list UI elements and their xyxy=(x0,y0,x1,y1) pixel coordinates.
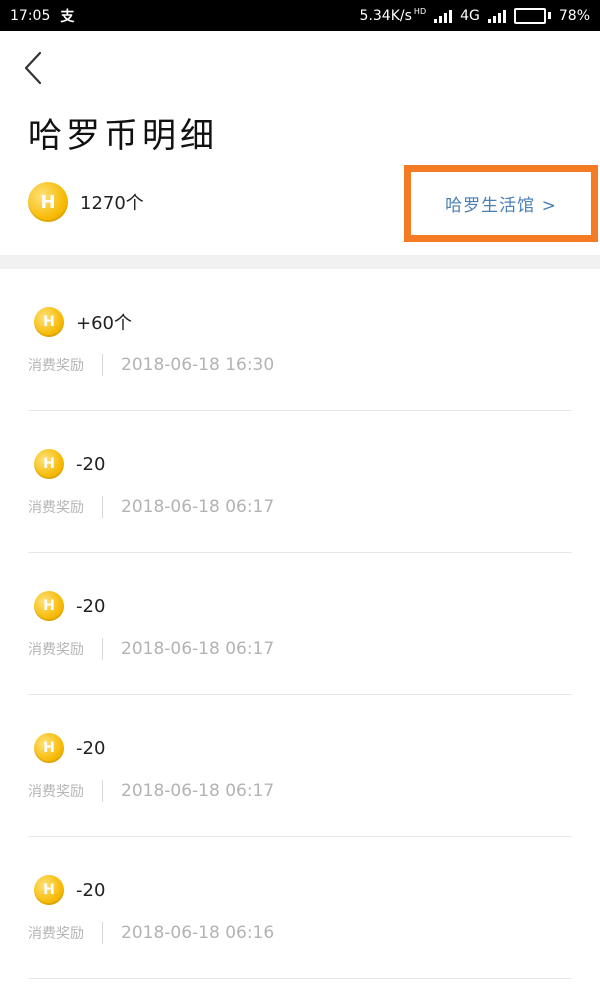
coin-icon: H xyxy=(34,307,64,337)
balance-row: H 1270个 xyxy=(28,182,144,222)
transaction-type: 消费奖励 xyxy=(28,784,84,800)
coin-icon: H xyxy=(34,591,64,621)
hd-label: HD xyxy=(413,7,427,16)
status-bar: 17:05 支 5.34K/s HD 4G 78% xyxy=(0,0,600,31)
signal-icon xyxy=(434,9,453,23)
transaction-type: 消费奖励 xyxy=(28,358,84,374)
transaction-time: 2018-06-18 16:30 xyxy=(121,355,275,375)
meta-separator xyxy=(102,922,103,944)
transaction-item[interactable]: H +60个 消费奖励 2018-06-18 16:30 xyxy=(28,269,572,411)
net-speed: 5.34K/s xyxy=(359,7,412,24)
battery-percent: 78% xyxy=(558,7,590,24)
section-divider xyxy=(0,255,600,269)
status-time: 17:05 xyxy=(10,7,51,24)
balance-value: 1270个 xyxy=(80,193,144,214)
transaction-time: 2018-06-18 06:17 xyxy=(121,781,275,801)
coin-icon: H xyxy=(34,449,64,479)
coin-icon: H xyxy=(34,875,64,905)
back-button[interactable] xyxy=(18,48,48,88)
coin-icon: H xyxy=(34,733,64,763)
transaction-type: 消费奖励 xyxy=(28,926,84,942)
alipay-icon: 支 xyxy=(60,8,75,25)
transaction-type: 消费奖励 xyxy=(28,642,84,658)
transaction-item[interactable]: H -20 消费奖励 2018-06-18 06:17 xyxy=(28,411,572,553)
store-link-button[interactable]: 哈罗生活馆 > xyxy=(404,165,598,242)
meta-separator xyxy=(102,354,103,376)
chevron-left-icon xyxy=(24,51,42,85)
transaction-time: 2018-06-18 06:17 xyxy=(121,639,275,659)
transaction-list: H +60个 消费奖励 2018-06-18 16:30 H -20 消费奖励 … xyxy=(0,269,600,979)
page-title: 哈罗币明细 xyxy=(28,116,218,156)
meta-separator xyxy=(102,496,103,518)
transaction-item[interactable]: H -20 消费奖励 2018-06-18 06:17 xyxy=(28,553,572,695)
transaction-amount: +60个 xyxy=(76,313,132,334)
coin-icon: H xyxy=(28,182,68,222)
transaction-type: 消费奖励 xyxy=(28,500,84,516)
transaction-item[interactable]: H -20 消费奖励 2018-06-18 06:16 xyxy=(28,837,572,979)
transaction-time: 2018-06-18 06:17 xyxy=(121,497,275,517)
signal-icon-2 xyxy=(487,9,506,23)
transaction-item[interactable]: H -20 消费奖励 2018-06-18 06:17 xyxy=(28,695,572,837)
meta-separator xyxy=(102,780,103,802)
transaction-amount: -20 xyxy=(76,453,106,475)
transaction-amount: -20 xyxy=(76,879,106,901)
store-link-label: 哈罗生活馆 > xyxy=(445,196,557,216)
meta-separator xyxy=(102,638,103,660)
transaction-time: 2018-06-18 06:16 xyxy=(121,923,275,943)
network-type: 4G xyxy=(460,7,480,24)
battery-icon xyxy=(513,7,551,24)
transaction-amount: -20 xyxy=(76,737,106,759)
transaction-amount: -20 xyxy=(76,595,106,617)
